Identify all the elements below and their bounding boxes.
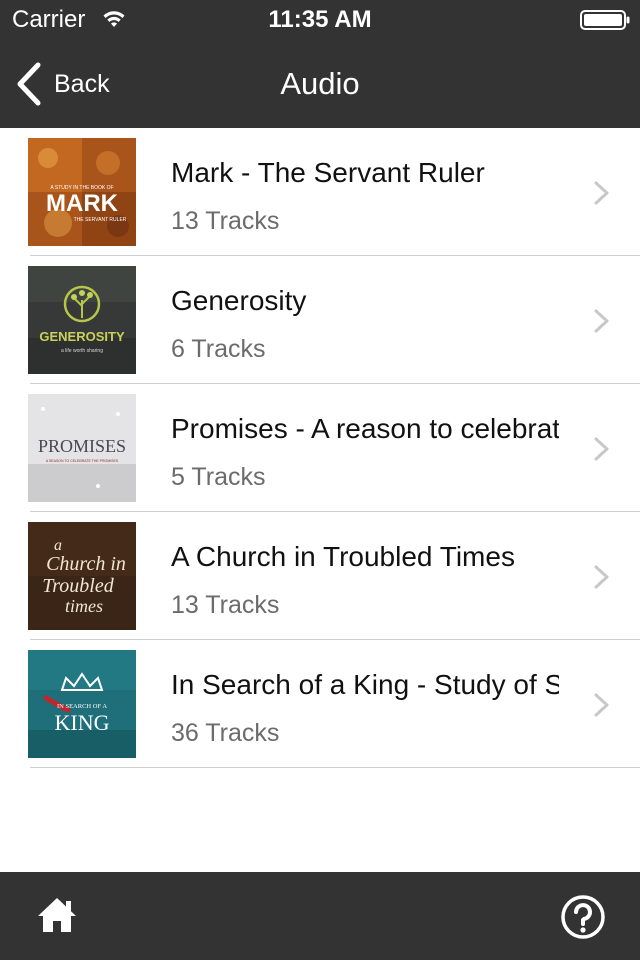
chevron-right-icon bbox=[594, 181, 609, 205]
chevron-right-icon bbox=[594, 437, 609, 461]
home-icon[interactable] bbox=[36, 894, 78, 936]
series-artwork: a Church in Troubled times bbox=[28, 522, 136, 630]
artwork-caption-bottom: times bbox=[65, 596, 103, 616]
series-artwork: A STUDY IN THE BOOK OF MARK THE SERVANT … bbox=[28, 138, 136, 246]
artwork-caption-main: MARK bbox=[46, 190, 119, 217]
list-item[interactable]: GENEROSITY a life worth sharing Generosi… bbox=[0, 256, 640, 384]
list-item[interactable]: a Church in Troubled times A Church in T… bbox=[0, 512, 640, 640]
status-bar: Carrier 11:35 AM bbox=[0, 0, 640, 40]
artwork-caption-top: a bbox=[54, 537, 62, 554]
list-item[interactable]: IN SEARCH OF A KING In Search of a King … bbox=[0, 640, 640, 768]
series-title: In Search of a King - Study of Samuel bbox=[171, 669, 559, 700]
page-title: Audio bbox=[280, 66, 360, 101]
chevron-right-icon bbox=[594, 565, 609, 589]
series-title: Mark - The Servant Ruler bbox=[171, 157, 485, 188]
bottom-toolbar bbox=[0, 872, 640, 960]
track-count: 6 Tracks bbox=[171, 335, 266, 363]
artwork-caption-bottom: a life worth sharing bbox=[61, 348, 103, 354]
series-title: Promises - A reason to celebrate bbox=[171, 413, 559, 444]
chevron-right-icon bbox=[594, 309, 609, 333]
top-bar: Carrier 11:35 AM Back Audio bbox=[0, 0, 640, 128]
audio-series-list: A STUDY IN THE BOOK OF MARK THE SERVANT … bbox=[0, 128, 640, 768]
series-artwork: IN SEARCH OF A KING bbox=[28, 650, 136, 758]
artwork-caption-bottom: A SEASON TO CELEBRATE THE PROMISES bbox=[46, 459, 119, 463]
list-item[interactable]: A STUDY IN THE BOOK OF MARK THE SERVANT … bbox=[0, 128, 640, 256]
artwork-caption-bottom: THE SERVANT RULER bbox=[74, 217, 127, 223]
track-count: 5 Tracks bbox=[171, 463, 266, 491]
track-count: 13 Tracks bbox=[171, 207, 280, 235]
series-artwork: PROMISES A SEASON TO CELEBRATE THE PROMI… bbox=[28, 394, 136, 502]
series-title: A Church in Troubled Times bbox=[171, 541, 515, 572]
artwork-caption-main: KING bbox=[55, 710, 110, 735]
artwork-caption-main: PROMISES bbox=[38, 436, 126, 456]
chevron-right-icon bbox=[594, 693, 609, 717]
artwork-caption-top: IN SEARCH OF A bbox=[57, 703, 107, 710]
help-icon[interactable] bbox=[560, 894, 606, 940]
artwork-caption-mid: Troubled bbox=[42, 575, 114, 597]
list-item[interactable]: PROMISES A SEASON TO CELEBRATE THE PROMI… bbox=[0, 384, 640, 512]
navigation-bar: Back Audio bbox=[0, 40, 640, 128]
series-artwork: GENEROSITY a life worth sharing bbox=[28, 266, 136, 374]
artwork-caption-main: GENEROSITY bbox=[39, 329, 125, 344]
track-count: 36 Tracks bbox=[171, 719, 280, 747]
battery-icon bbox=[580, 10, 630, 30]
artwork-caption-main: Church in bbox=[46, 553, 126, 575]
status-time: 11:35 AM bbox=[268, 6, 372, 33]
track-count: 13 Tracks bbox=[171, 591, 280, 619]
series-title: Generosity bbox=[171, 285, 307, 316]
